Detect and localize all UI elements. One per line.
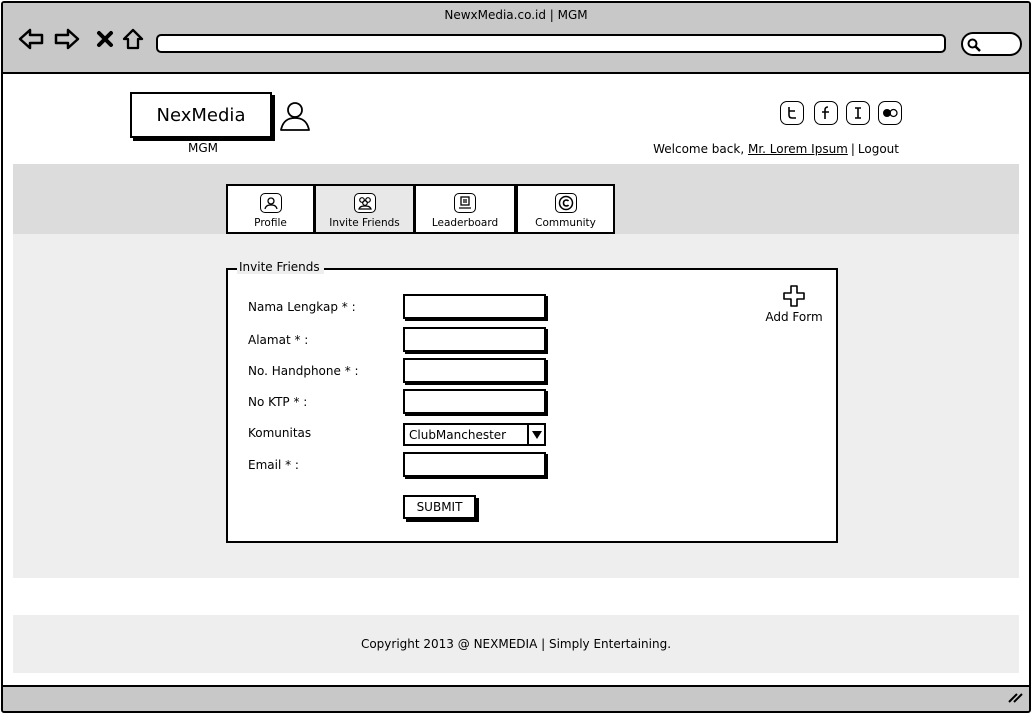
browser-status-bar: [3, 685, 1029, 711]
tab-invite-friends[interactable]: Invite Friends: [314, 184, 415, 234]
address-input[interactable]: [403, 327, 546, 352]
window-title: NewxMedia.co.id | MGM: [444, 8, 588, 22]
tab-leaderboard[interactable]: Leaderboard: [414, 184, 516, 234]
footer: Copyright 2013 @ NEXMEDIA | Simply Enter…: [13, 615, 1019, 673]
fieldset-legend: Invite Friends: [237, 260, 324, 274]
community-label: Komunitas: [248, 426, 312, 440]
address-label: Alamat * :: [248, 333, 309, 347]
forward-icon[interactable]: [53, 25, 81, 53]
home-icon[interactable]: [119, 25, 147, 53]
site-logo[interactable]: NexMedia: [130, 92, 272, 138]
community-icon: [554, 193, 577, 213]
user-profile-link[interactable]: Mr. Lorem Ipsum: [748, 142, 848, 156]
welcome-message: Welcome back, Mr. Lorem Ipsum | Logout: [653, 142, 899, 156]
submit-button[interactable]: SUBMIT: [403, 495, 476, 519]
url-bar[interactable]: [156, 34, 946, 53]
plus-icon: [783, 285, 805, 307]
instagram-icon[interactable]: [846, 101, 870, 125]
logo-subtitle: MGM: [187, 141, 218, 155]
copyright-text: Copyright 2013 @ NEXMEDIA | Simply Enter…: [360, 637, 672, 651]
close-icon[interactable]: [91, 25, 119, 53]
community-select[interactable]: ClubManchester: [403, 423, 546, 446]
dropdown-arrow-icon[interactable]: [527, 425, 544, 444]
tab-label: Leaderboard: [431, 217, 499, 229]
phone-label: No. Handphone * :: [248, 364, 359, 378]
leaderboard-icon: [454, 193, 476, 213]
resize-grip-icon[interactable]: [1007, 688, 1023, 707]
community-select-value: ClubManchester: [409, 427, 507, 442]
full-name-label: Nama Lengkap * :: [248, 300, 356, 314]
phone-input[interactable]: [403, 358, 546, 383]
facebook-icon[interactable]: [814, 101, 838, 125]
welcome-prefix: Welcome back,: [653, 142, 745, 156]
add-form-label: Add Form: [765, 310, 823, 324]
tab-profile[interactable]: Profile: [226, 184, 315, 234]
invite-friends-icon: [353, 193, 376, 213]
tab-label: Invite Friends: [329, 217, 400, 229]
twitter-icon[interactable]: [780, 101, 804, 125]
user-icon: [278, 101, 312, 135]
search-icon: [967, 38, 981, 52]
separator: |: [850, 142, 855, 156]
ktp-input[interactable]: [403, 389, 546, 414]
browser-toolbar: NewxMedia.co.id | MGM: [3, 3, 1029, 74]
email-label: Email * :: [248, 458, 299, 472]
add-form-button[interactable]: Add Form: [760, 285, 828, 324]
back-icon[interactable]: [17, 25, 45, 53]
logout-link[interactable]: Logout: [858, 142, 899, 156]
tab-label: Community: [535, 217, 596, 229]
profile-icon: [259, 193, 282, 213]
browser-window: NewxMedia.co.id | MGM NexMedia MGM Welco…: [1, 1, 1031, 713]
browser-search-field[interactable]: [961, 32, 1022, 56]
tab-label: Profile: [254, 217, 287, 229]
full-name-input[interactable]: [403, 294, 546, 319]
ktp-label: No KTP * :: [248, 395, 308, 409]
flickr-icon[interactable]: [878, 101, 902, 125]
tab-community[interactable]: Community: [516, 184, 615, 234]
email-input[interactable]: [403, 452, 546, 477]
